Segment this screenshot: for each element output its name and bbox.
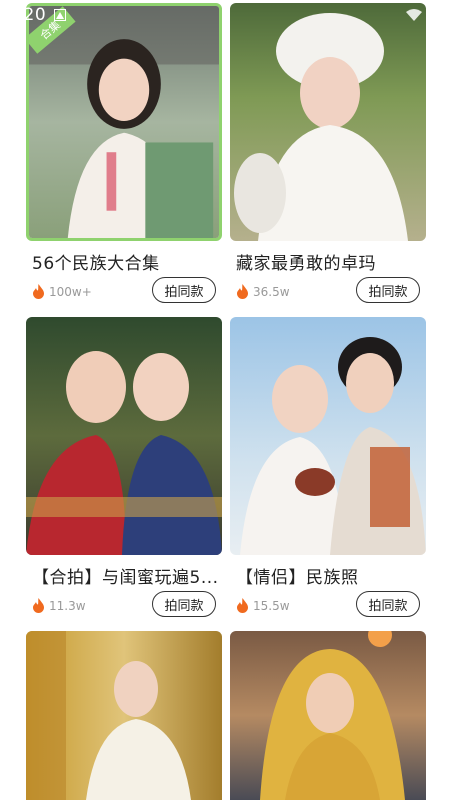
popularity-count: 100w+ bbox=[49, 284, 92, 299]
template-thumbnail[interactable] bbox=[230, 317, 426, 555]
template-thumbnail[interactable] bbox=[230, 631, 426, 800]
template-thumbnail[interactable] bbox=[230, 3, 426, 241]
popularity: 100w+ bbox=[32, 284, 92, 299]
template-title: 【合拍】与闺蜜玩遍5... bbox=[32, 568, 219, 588]
shoot-same-style-button[interactable]: 拍同款 bbox=[356, 277, 420, 303]
fire-icon bbox=[33, 284, 44, 299]
template-thumbnail[interactable]: 合集 bbox=[26, 3, 222, 241]
wifi-icon bbox=[406, 9, 422, 21]
status-time: 9:20 bbox=[6, 5, 47, 25]
template-thumbnail[interactable] bbox=[26, 317, 222, 555]
template-title: 【情侣】民族照 bbox=[236, 568, 359, 588]
template-grid: 合集 56个民族大合集 100w+ 拍同款 藏家最勇敢的卓玛 36.5w 拍同款 bbox=[0, 0, 450, 800]
notification-icon bbox=[54, 9, 67, 21]
popularity: 15.5w bbox=[236, 598, 290, 613]
template-thumbnail[interactable] bbox=[26, 631, 222, 800]
shoot-same-style-button[interactable]: 拍同款 bbox=[152, 277, 216, 303]
template-title: 56个民族大合集 bbox=[32, 254, 160, 274]
fire-icon bbox=[33, 598, 44, 613]
popularity-count: 36.5w bbox=[253, 284, 290, 299]
popularity: 36.5w bbox=[236, 284, 290, 299]
fire-icon bbox=[237, 284, 248, 299]
template-title: 藏家最勇敢的卓玛 bbox=[236, 254, 376, 274]
fire-icon bbox=[237, 598, 248, 613]
popularity-count: 15.5w bbox=[253, 598, 290, 613]
battery-icon bbox=[431, 7, 440, 23]
popularity-count: 11.3w bbox=[49, 598, 86, 613]
status-bar: 9:20 bbox=[0, 0, 450, 30]
popularity: 11.3w bbox=[32, 598, 86, 613]
shoot-same-style-button[interactable]: 拍同款 bbox=[356, 591, 420, 617]
shoot-same-style-button[interactable]: 拍同款 bbox=[152, 591, 216, 617]
